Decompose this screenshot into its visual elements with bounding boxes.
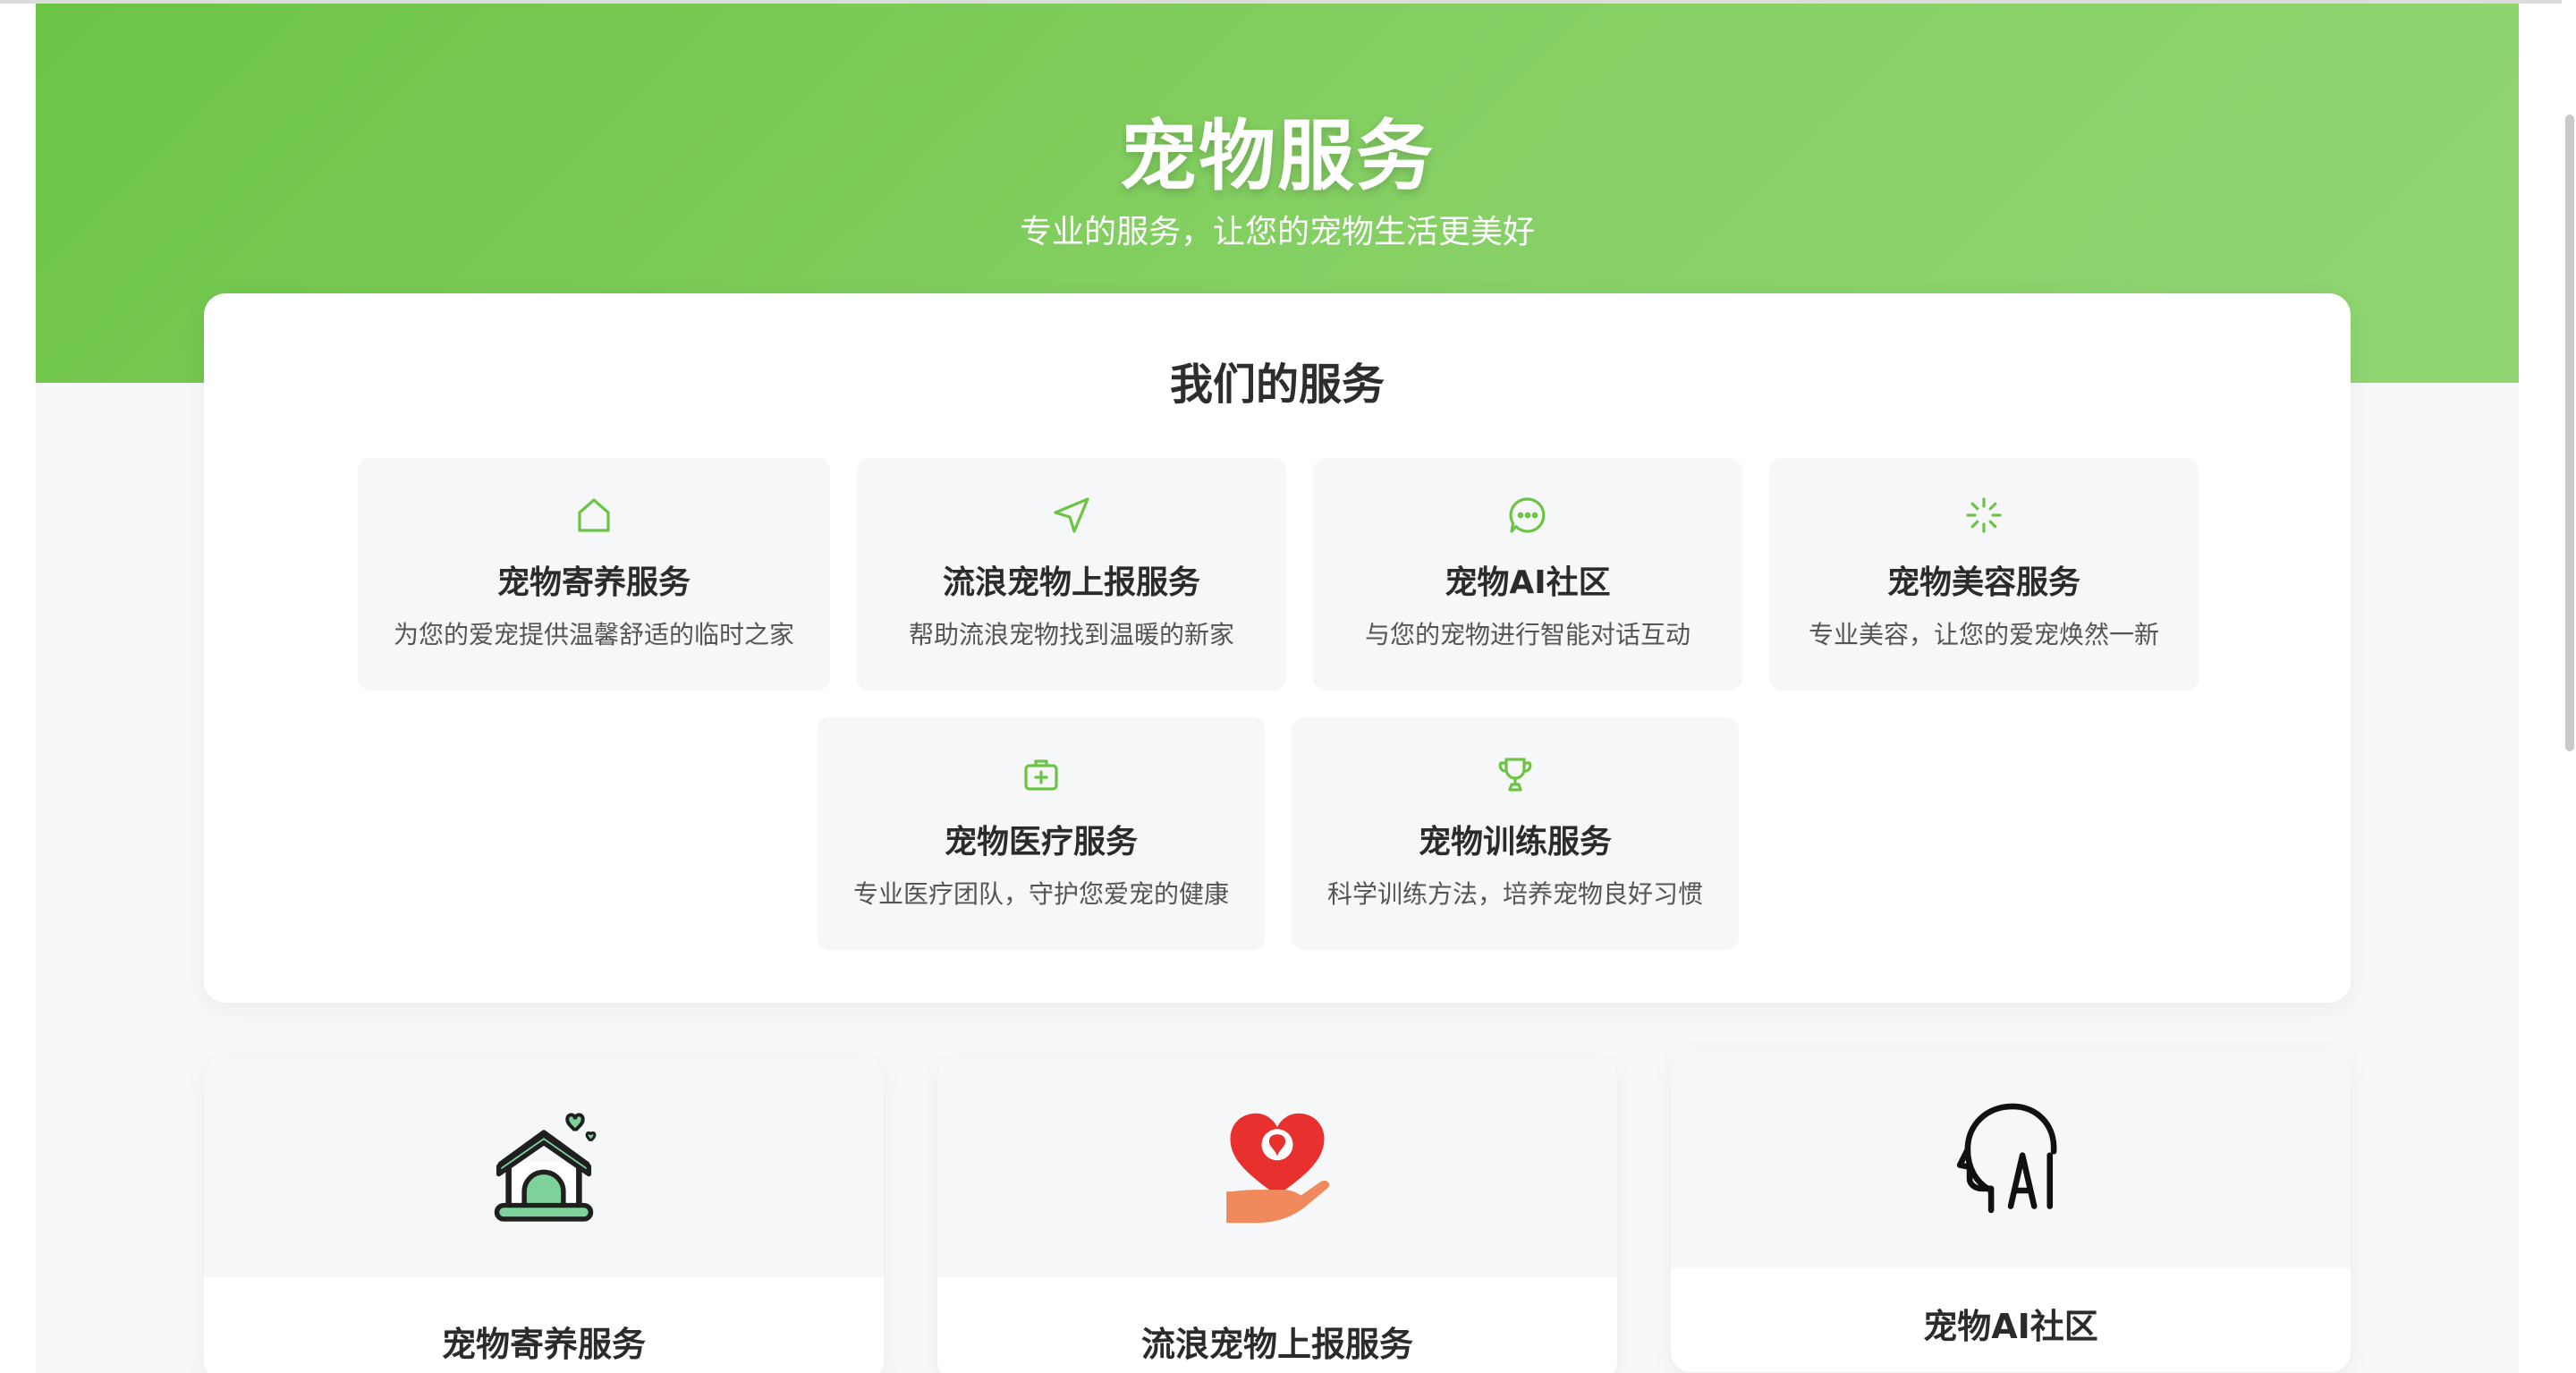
service-card-boarding[interactable]: 宠物寄养服务 为您的爱宠提供温馨舒适的临时之家 (358, 458, 830, 691)
service-card-stray-report[interactable]: 流浪宠物上报服务 帮助流浪宠物找到温暖的新家 (857, 458, 1286, 691)
service-title: 宠物医疗服务 (944, 824, 1138, 860)
service-card-training[interactable]: 宠物训练服务 科学训练方法，培养宠物良好习惯 (1292, 717, 1739, 950)
service-title: 宠物训练服务 (1418, 824, 1612, 860)
service-card-medical[interactable]: 宠物医疗服务 专业医疗团队，守护您爱宠的健康 (818, 717, 1265, 950)
medical-kit-icon (1020, 753, 1063, 796)
trophy-icon (1494, 753, 1537, 796)
service-title: 宠物AI社区 (1445, 564, 1611, 601)
services-panel: 我们的服务 宠物寄养服务 为您的爱宠提供温馨舒适的临时之家 流浪宠物上报服务 帮… (204, 293, 2351, 1003)
service-card-grooming[interactable]: 宠物美容服务 专业美容，让您的爱宠焕然一新 (1769, 458, 2199, 691)
sparkle-icon (1962, 494, 2005, 537)
page-subtitle: 专业的服务，让您的宠物生活更美好 (1019, 214, 1535, 250)
scrollbar-thumb[interactable] (2565, 114, 2574, 751)
service-desc: 帮助流浪宠物找到温暖的新家 (908, 620, 1234, 649)
service-title: 宠物寄养服务 (496, 564, 691, 601)
home-icon (572, 494, 615, 537)
service-card-ai-community[interactable]: 宠物AI社区 与您的宠物进行智能对话互动 (1313, 458, 1742, 691)
service-desc: 专业医疗团队，守护您爱宠的健康 (852, 879, 1229, 909)
navigation-icon (1050, 494, 1093, 537)
service-desc: 科学训练方法，培养宠物良好习惯 (1326, 879, 1703, 909)
chat-icon (1506, 494, 1549, 537)
feature-title: 宠物寄养服务 (441, 1325, 646, 1364)
services-heading: 我们的服务 (1169, 360, 1385, 410)
page-title: 宠物服务 (1120, 112, 1435, 201)
feature-card-stray-report[interactable]: 流浪宠物上报服务 (937, 1059, 1617, 1373)
scrollbar[interactable] (2562, 0, 2576, 1373)
service-desc: 为您的爱宠提供温馨舒适的临时之家 (393, 620, 794, 649)
feature-card-ai-community[interactable]: 宠物AI社区 (1671, 1050, 2351, 1372)
service-desc: 专业美容，让您的爱宠焕然一新 (1808, 620, 2159, 649)
feature-card-boarding[interactable]: 宠物寄养服务 (204, 1059, 884, 1373)
feature-title: 流浪宠物上报服务 (1140, 1325, 1413, 1364)
heart-hand-icon (1215, 1106, 1340, 1231)
service-title: 流浪宠物上报服务 (942, 564, 1200, 601)
service-title: 宠物美容服务 (1886, 564, 2080, 601)
pet-house-icon (481, 1106, 606, 1231)
feature-title: 宠物AI社区 (1923, 1307, 2098, 1346)
ai-head-icon (1948, 1097, 2073, 1222)
service-desc: 与您的宠物进行智能对话互动 (1364, 620, 1690, 649)
